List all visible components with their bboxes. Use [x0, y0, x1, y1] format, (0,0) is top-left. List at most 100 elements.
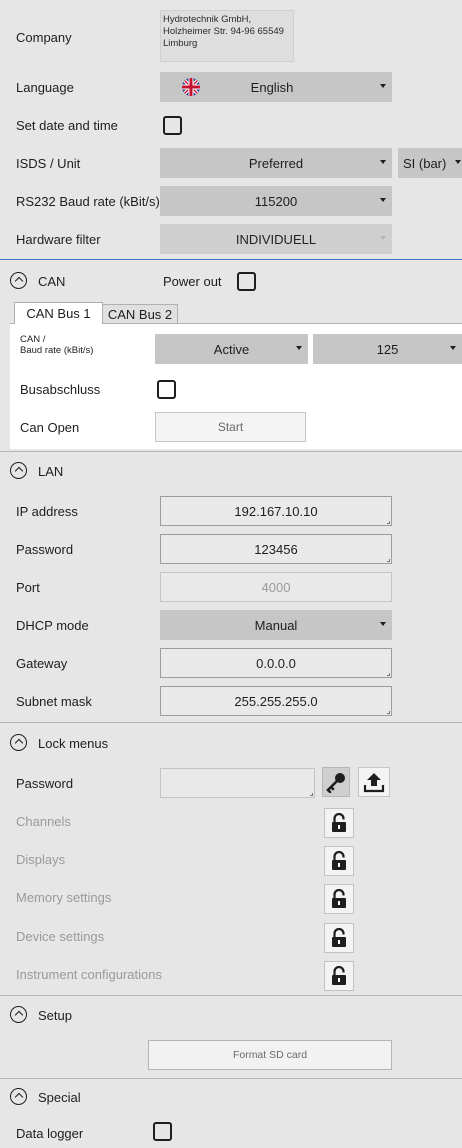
- can-tab-strip: CAN Bus 1 CAN Bus 2: [10, 302, 462, 324]
- isds-label: ISDS / Unit: [16, 156, 81, 171]
- collapse-icon[interactable]: [10, 734, 27, 751]
- can-baud-label-line2: Baud rate (kBit/s): [20, 345, 94, 356]
- collapse-icon[interactable]: [10, 272, 27, 289]
- busabschluss-checkbox[interactable]: [157, 380, 176, 399]
- datetime-label: Set date and time: [16, 118, 118, 133]
- memory-settings-lock-button[interactable]: [324, 884, 354, 914]
- dhcp-dropdown[interactable]: Manual: [160, 610, 392, 640]
- special-title: Special: [38, 1090, 81, 1105]
- baud-value: 115200: [254, 193, 298, 209]
- ip-address-value: 192.167.10.10: [234, 503, 318, 519]
- upload-icon: [363, 773, 385, 793]
- chevron-down-icon: [455, 160, 461, 164]
- canopen-label: Can Open: [20, 420, 80, 435]
- start-button-label: Start: [217, 420, 244, 434]
- can-title: CAN: [38, 274, 66, 289]
- isds-value: Preferred: [248, 155, 304, 171]
- chevron-down-icon: [380, 236, 386, 240]
- section-divider: [0, 259, 462, 260]
- lock-item-label: Device settings: [16, 929, 105, 944]
- tab-can-bus-1[interactable]: CAN Bus 1: [14, 302, 103, 324]
- lock-password-input[interactable]: [160, 768, 315, 798]
- tab-label: CAN Bus 2: [107, 307, 173, 322]
- lan-password-label: Password: [16, 542, 74, 557]
- unlock-icon: [332, 966, 346, 985]
- lock-password-label: Password: [16, 776, 74, 791]
- upload-button[interactable]: [358, 767, 390, 797]
- lock-item-label: Memory settings: [16, 890, 112, 905]
- datetime-checkbox[interactable]: [163, 116, 182, 135]
- baud-label: RS232 Baud rate (kBit/s): [16, 194, 160, 209]
- hwfilter-label: Hardware filter: [16, 232, 101, 247]
- channels-lock-button[interactable]: [324, 808, 354, 838]
- section-divider: [0, 722, 462, 723]
- baud-dropdown[interactable]: 115200: [160, 186, 392, 216]
- chevron-down-icon: [450, 346, 456, 350]
- lock-item-label: Displays: [16, 852, 66, 867]
- lan-title: LAN: [38, 464, 64, 479]
- ip-label: IP address: [16, 504, 78, 519]
- power-out-label: Power out: [163, 274, 222, 289]
- port-value: 4000: [261, 579, 291, 595]
- lock-item-label: Instrument configurations: [16, 967, 162, 982]
- setup-title: Setup: [38, 1008, 72, 1023]
- can-mode-value: Active: [213, 341, 250, 357]
- tab-label: CAN Bus 1: [26, 306, 91, 321]
- dhcp-value: Manual: [254, 617, 298, 633]
- datalogger-checkbox[interactable]: [153, 1122, 172, 1141]
- can-baud-label: CAN / Baud rate (kBit/s): [20, 334, 93, 356]
- instrument-config-lock-button[interactable]: [324, 961, 354, 991]
- language-value: English: [250, 79, 294, 95]
- can-tab-panel: CAN / Baud rate (kBit/s) Active 125 Busa…: [10, 323, 462, 449]
- section-divider: [0, 451, 462, 452]
- chevron-down-icon: [296, 346, 302, 350]
- unit-dropdown[interactable]: SI (bar): [398, 148, 462, 178]
- can-mode-dropdown[interactable]: Active: [155, 334, 308, 364]
- chevron-down-icon: [380, 160, 386, 164]
- unlock-icon: [332, 928, 346, 947]
- can-baud-label-line1: CAN /: [20, 334, 46, 345]
- section-divider: [0, 1078, 462, 1079]
- device-settings-lock-button[interactable]: [324, 923, 354, 953]
- datalogger-label: Data logger: [16, 1126, 84, 1141]
- tab-can-bus-2[interactable]: CAN Bus 2: [102, 304, 178, 324]
- can-rate-dropdown[interactable]: 125: [313, 334, 462, 364]
- company-value: Hydrotechnik GmbH, Holzheimer Str. 94-96…: [160, 10, 294, 62]
- subnet-mask-input[interactable]: 255.255.255.0: [160, 686, 392, 716]
- language-dropdown[interactable]: English: [160, 72, 392, 102]
- company-label: Company: [16, 30, 72, 45]
- power-out-checkbox[interactable]: [237, 272, 256, 291]
- subnet-label: Subnet mask: [16, 694, 92, 709]
- port-input: 4000: [160, 572, 392, 602]
- dhcp-label: DHCP mode: [16, 618, 89, 633]
- collapse-icon[interactable]: [10, 1006, 27, 1023]
- section-divider: [0, 995, 462, 996]
- unlock-icon: [332, 889, 346, 908]
- gateway-input[interactable]: 0.0.0.0: [160, 648, 392, 678]
- unlock-icon: [332, 851, 346, 870]
- format-sd-card-button[interactable]: Format SD card: [148, 1040, 392, 1070]
- key-icon: [326, 773, 345, 793]
- ip-address-input[interactable]: 192.167.10.10: [160, 496, 392, 526]
- displays-lock-button[interactable]: [324, 846, 354, 876]
- unlock-icon: [332, 813, 346, 832]
- chevron-down-icon: [380, 84, 386, 88]
- hwfilter-value: INDIVIDUELL: [235, 231, 317, 247]
- hwfilter-dropdown: INDIVIDUELL: [160, 224, 392, 254]
- lock-item-label: Channels: [16, 814, 71, 829]
- gateway-value: 0.0.0.0: [256, 655, 296, 671]
- subnet-mask-value: 255.255.255.0: [234, 693, 318, 709]
- unit-value: SI (bar): [403, 155, 447, 171]
- collapse-icon[interactable]: [10, 1088, 27, 1105]
- lan-password-input[interactable]: 123456: [160, 534, 392, 564]
- collapse-icon[interactable]: [10, 462, 27, 479]
- isds-dropdown[interactable]: Preferred: [160, 148, 392, 178]
- lock-title: Lock menus: [38, 736, 109, 751]
- language-label: Language: [16, 80, 74, 95]
- can-rate-value: 125: [376, 341, 399, 357]
- start-button[interactable]: Start: [155, 412, 306, 442]
- key-button[interactable]: [322, 767, 350, 797]
- busabschluss-label: Busabschluss: [20, 382, 101, 397]
- port-label: Port: [16, 580, 40, 595]
- format-sd-card-label: Format SD card: [232, 1049, 308, 1061]
